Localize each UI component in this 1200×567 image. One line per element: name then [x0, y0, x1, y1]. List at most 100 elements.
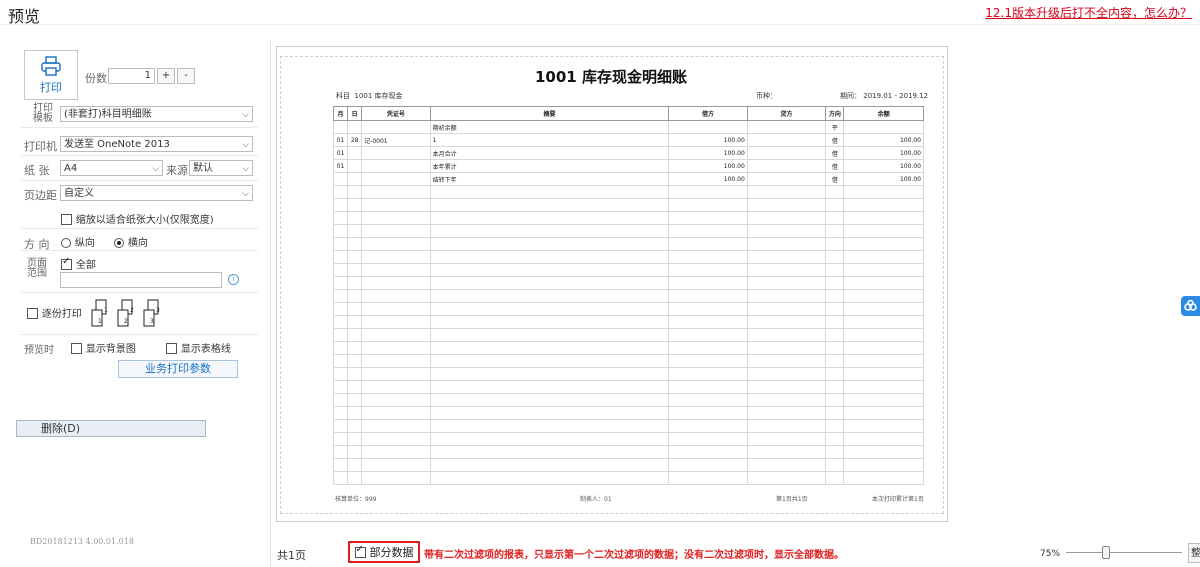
- table-cell: [361, 315, 431, 329]
- table-cell: [668, 458, 748, 472]
- template-select[interactable]: (非套打)科目明细账 ⌵: [60, 106, 253, 122]
- copies-increment-button[interactable]: +: [157, 68, 175, 84]
- all-pages-option[interactable]: 全部: [61, 256, 96, 271]
- column-header: 月: [332, 106, 349, 121]
- collate-checkbox[interactable]: [27, 308, 38, 319]
- show-grid-checkbox[interactable]: [166, 343, 177, 354]
- table-cell: [332, 250, 349, 264]
- column-header: 方向: [825, 106, 845, 121]
- table-cell: [746, 159, 827, 173]
- landscape-label: 横向: [127, 238, 148, 249]
- table-cell: [746, 419, 827, 433]
- panel-divider: [270, 40, 271, 567]
- partial-data-option[interactable]: 部分数据: [348, 541, 420, 563]
- table-row: 01 28 记-0001 1 100.00 借 100.00: [332, 133, 924, 147]
- table-cell: [843, 302, 924, 316]
- table-cell: 01: [332, 133, 349, 147]
- landscape-radio[interactable]: [114, 237, 124, 248]
- copies-decrement-button[interactable]: -: [177, 68, 195, 84]
- table-cell: [361, 159, 431, 173]
- page-range-input[interactable]: [60, 272, 222, 288]
- delete-button[interactable]: 删除(D): [16, 420, 206, 437]
- upgrade-help-link[interactable]: 12.1版本升级后打不全内容，怎么办？: [985, 4, 1192, 21]
- table-cell: [347, 120, 363, 134]
- printer-select[interactable]: 发送至 OneNote 2013 ⌵: [60, 136, 253, 152]
- table-cell: [825, 263, 845, 277]
- table-cell: [347, 315, 363, 329]
- print-button[interactable]: 打印: [24, 50, 78, 100]
- source-select[interactable]: 默认 ⌵: [189, 160, 253, 176]
- all-pages-checkbox[interactable]: [61, 256, 72, 270]
- table-header-row: 月 日 凭证号 摘要 借方 贷方 方向 余额: [332, 106, 924, 121]
- fit-page-button[interactable]: 整: [1188, 543, 1200, 563]
- show-grid-option[interactable]: 显示表格线: [166, 340, 231, 355]
- table-cell: [843, 367, 924, 381]
- table-cell: [347, 341, 363, 355]
- table-cell: [332, 458, 349, 472]
- collate-label: 逐份打印: [41, 309, 82, 320]
- table-cell: [746, 328, 827, 342]
- show-background-label: 显示背景图: [85, 344, 136, 355]
- chevron-down-icon: ⌵: [242, 164, 249, 174]
- table-cell: [361, 458, 431, 472]
- paper-select[interactable]: A4 ⌵: [60, 160, 163, 176]
- footer-company: 核算单位：999: [335, 496, 377, 503]
- print-label: 打印: [40, 81, 62, 94]
- fit-width-checkbox[interactable]: [61, 214, 72, 225]
- copies-input[interactable]: 1: [108, 68, 155, 84]
- partial-data-checkbox[interactable]: [354, 544, 366, 558]
- table-row: [332, 328, 924, 342]
- table-cell: [843, 354, 924, 368]
- table-cell: [746, 211, 827, 225]
- table-row: [332, 471, 924, 485]
- table-cell: [746, 341, 827, 355]
- show-background-option[interactable]: 显示背景图: [71, 340, 136, 355]
- table-cell: [746, 224, 827, 238]
- table-cell: [668, 328, 748, 342]
- table-cell: [668, 250, 748, 264]
- table-cell: 100.00: [843, 172, 924, 186]
- landscape-option[interactable]: 横向: [114, 234, 148, 249]
- table-cell: [843, 198, 924, 212]
- source-value: 默认: [193, 163, 213, 174]
- template-label: 打印模板: [33, 103, 53, 124]
- zoom-slider-thumb[interactable]: [1102, 546, 1110, 559]
- copies-label: 份数: [85, 72, 107, 85]
- portrait-radio[interactable]: [61, 237, 71, 248]
- table-cell: [347, 328, 363, 342]
- source-label: 来源: [166, 164, 188, 177]
- portrait-option[interactable]: 纵向: [61, 234, 95, 249]
- table-cell: [843, 289, 924, 303]
- margin-select[interactable]: 自定义 ⌵: [60, 185, 253, 201]
- fit-width-label: 缩放以适合纸张大小(仅限宽度): [75, 215, 214, 226]
- info-icon[interactable]: i: [228, 274, 239, 285]
- cloud-sync-button[interactable]: [1181, 296, 1200, 316]
- table-cell: [332, 198, 349, 212]
- business-print-params-button[interactable]: 业务打印参数: [118, 360, 238, 378]
- collate-pages-icon: 1 1 2 2 3 3: [91, 299, 160, 327]
- subject-info: 科目 1001 库存现金: [336, 91, 403, 101]
- table-row: [332, 315, 924, 329]
- table-cell: [825, 380, 845, 394]
- footer-preparer: 制表人：01: [580, 496, 612, 503]
- table-cell: [825, 250, 845, 264]
- table-row: [332, 406, 924, 420]
- fit-width-option[interactable]: 缩放以适合纸张大小(仅限宽度): [61, 211, 214, 226]
- table-cell: [347, 354, 363, 368]
- table-cell: [429, 198, 670, 212]
- printer-icon: [41, 56, 61, 76]
- zoom-slider-track[interactable]: [1066, 552, 1182, 553]
- table-cell: [429, 432, 670, 446]
- table-row: 01 本年累计 100.00 借 100.00: [332, 159, 924, 173]
- collate-page-1: 1: [104, 307, 108, 314]
- collate-option[interactable]: 逐份打印: [27, 305, 82, 320]
- table-cell: [825, 237, 845, 251]
- table-cell: 借: [825, 172, 845, 186]
- show-background-checkbox[interactable]: [71, 343, 82, 354]
- table-cell: 01: [332, 159, 349, 173]
- template-value: (非套打)科目明细账: [64, 109, 152, 120]
- table-cell: [332, 302, 349, 316]
- version-label: BD20181213 4.00.01.018: [30, 537, 134, 546]
- table-cell: [429, 315, 670, 329]
- table-cell: [347, 471, 363, 485]
